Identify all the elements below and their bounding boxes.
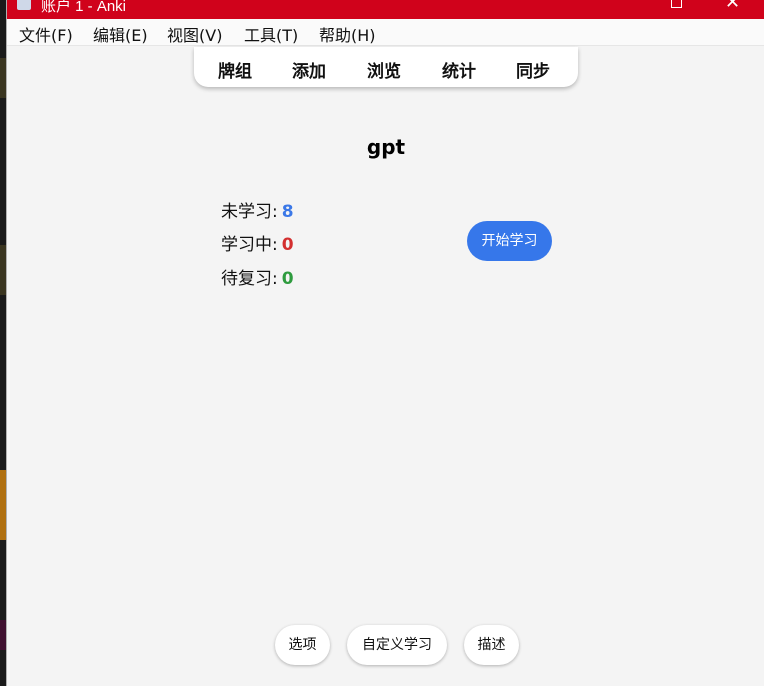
toolbar-stats[interactable]: 统计 <box>442 57 476 82</box>
stat-review-label: 待复习: <box>221 269 278 289</box>
stat-review: 待复习: 0 <box>221 264 294 289</box>
menu-bar: 文件(F) 编辑(E) 视图(V) 工具(T) 帮助(H) <box>7 19 764 46</box>
main-toolbar: 牌组 添加 浏览 统计 同步 <box>194 47 578 87</box>
stat-new: 未学习: 8 <box>221 197 294 222</box>
menu-help[interactable]: 帮助(H) <box>319 22 376 46</box>
menu-tools[interactable]: 工具(T) <box>244 22 298 46</box>
menu-edit[interactable]: 编辑(E) <box>93 22 148 46</box>
stat-new-label: 未学习: <box>221 202 278 222</box>
window-title: 账户 1 - Anki <box>41 0 127 15</box>
stat-learning: 学习中: 0 <box>221 230 294 255</box>
toolbar-decks[interactable]: 牌组 <box>218 57 252 82</box>
anki-window: 账户 1 - Anki ✕ 文件(F) 编辑(E) 视图(V) 工具(T) 帮助… <box>6 0 764 686</box>
stat-new-count: 8 <box>281 202 294 222</box>
description-button[interactable]: 描述 <box>464 625 519 665</box>
options-button[interactable]: 选项 <box>275 625 330 665</box>
toolbar-add[interactable]: 添加 <box>292 57 326 82</box>
custom-study-button[interactable]: 自定义学习 <box>347 625 447 665</box>
toolbar-sync[interactable]: 同步 <box>516 57 550 82</box>
deck-title: gpt <box>366 135 406 159</box>
maximize-icon[interactable] <box>671 0 682 8</box>
anki-app-icon <box>17 0 31 10</box>
stat-learning-count: 0 <box>281 235 294 255</box>
title-bar[interactable]: 账户 1 - Anki ✕ <box>7 0 764 19</box>
study-now-button[interactable]: 开始学习 <box>467 221 552 261</box>
stat-learning-label: 学习中: <box>221 235 278 255</box>
close-icon[interactable]: ✕ <box>725 0 740 13</box>
stat-review-count: 0 <box>281 269 294 289</box>
toolbar-browse[interactable]: 浏览 <box>367 57 401 82</box>
menu-view[interactable]: 视图(V) <box>167 22 222 46</box>
menu-file[interactable]: 文件(F) <box>19 22 73 46</box>
